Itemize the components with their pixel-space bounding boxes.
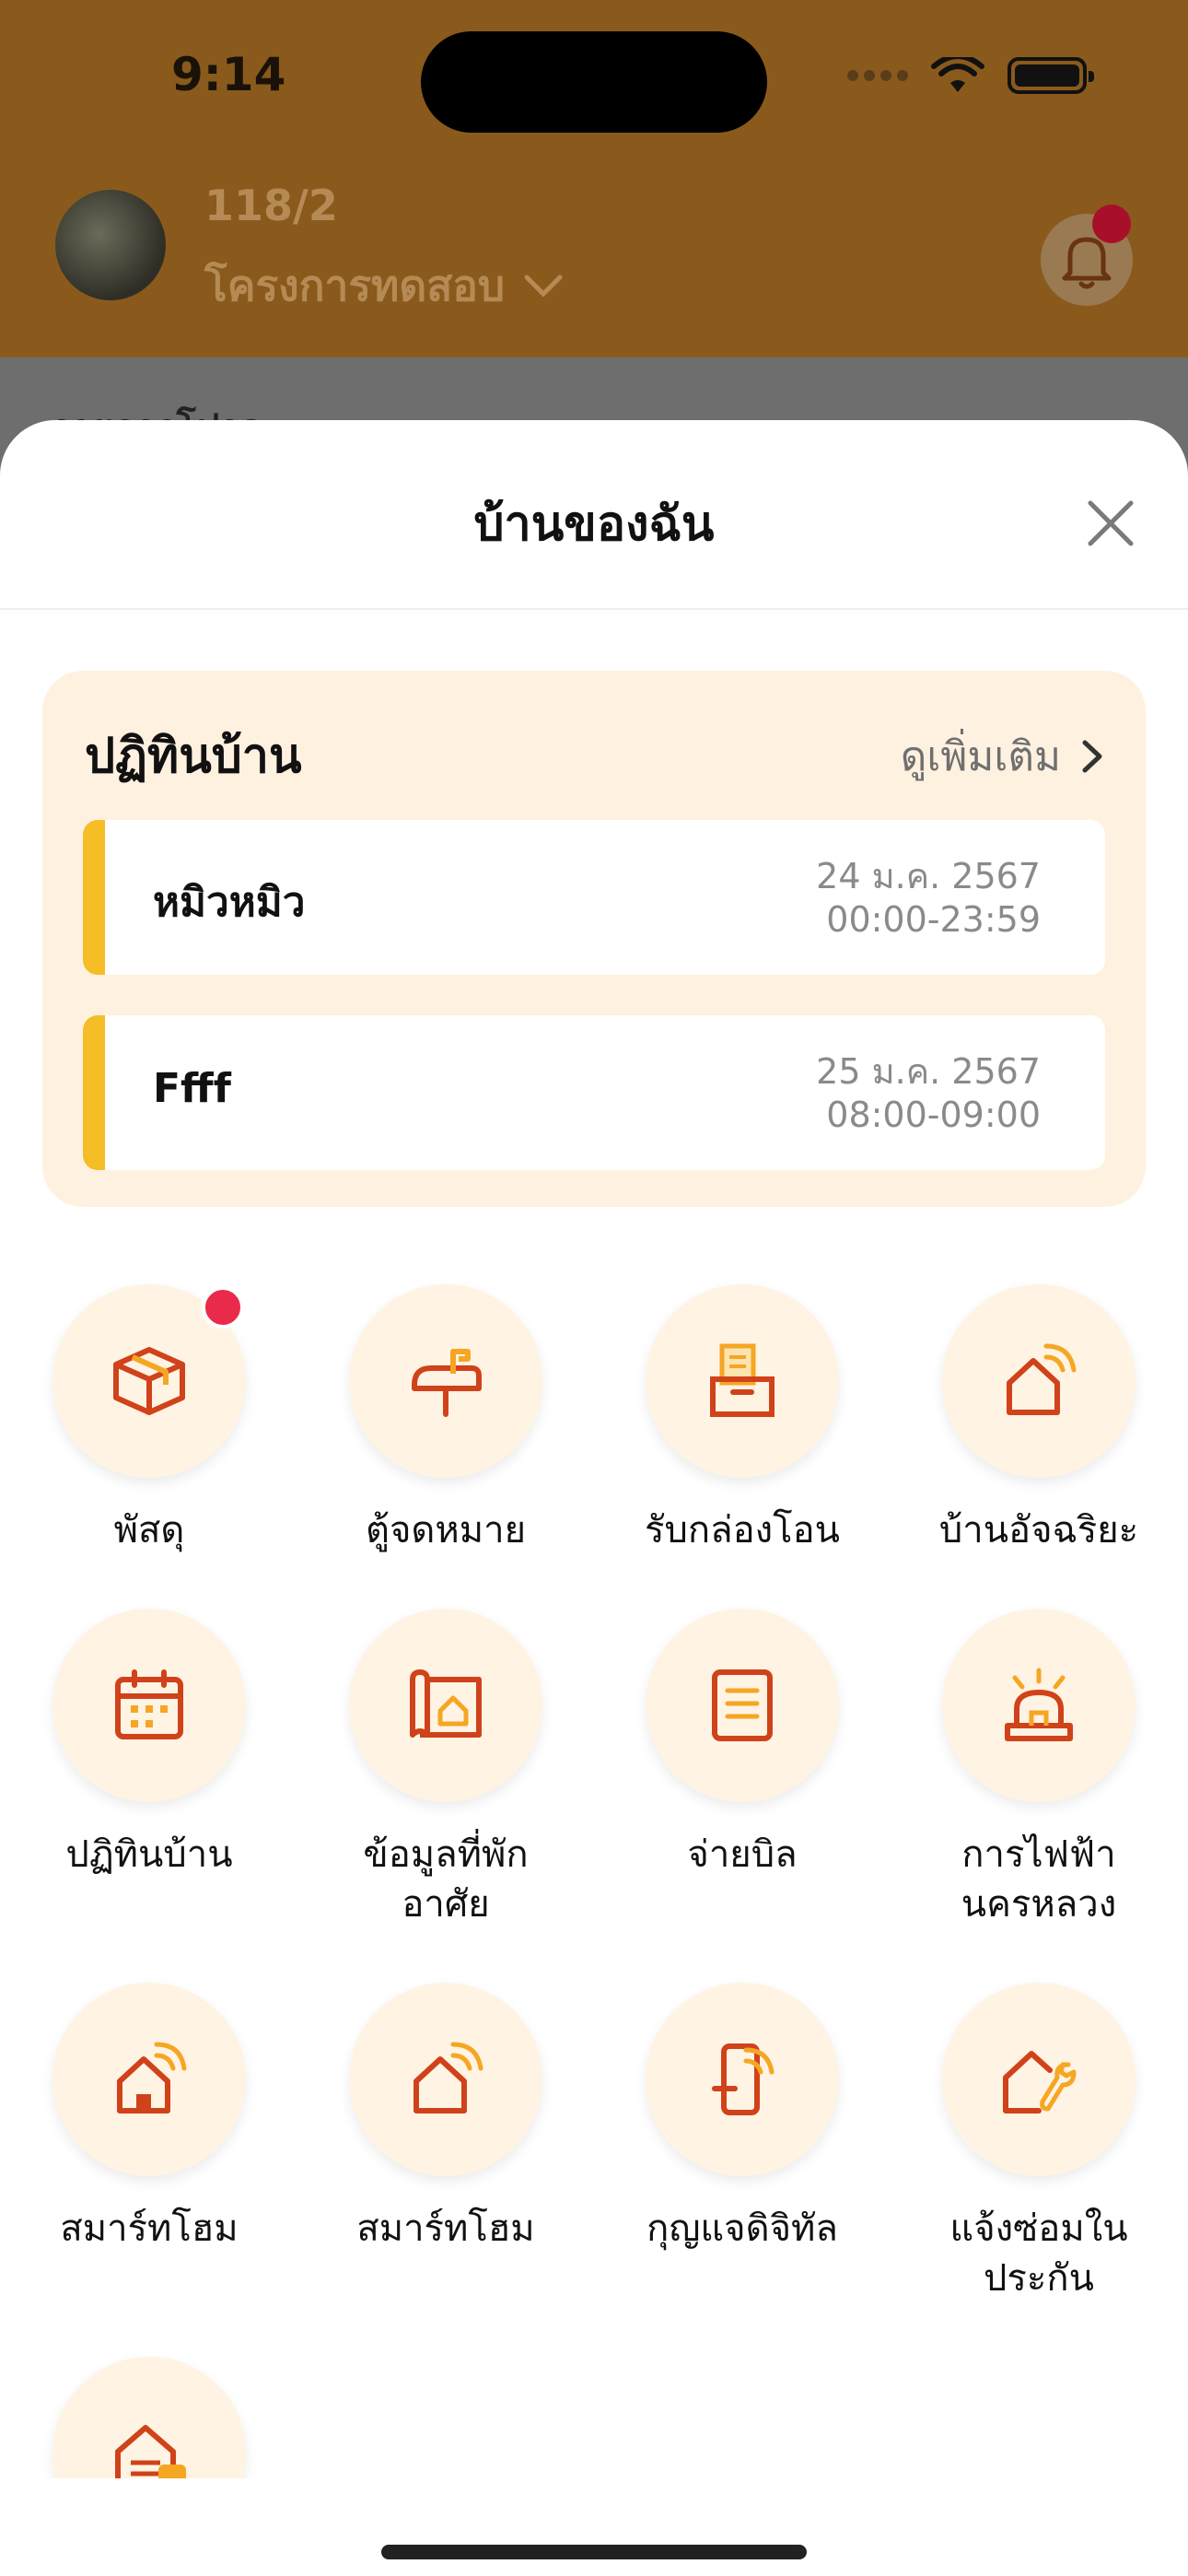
menu-icon-circle (942, 1284, 1136, 1478)
event-time: 00:00-23:59 (826, 899, 1041, 940)
sheet-title: บ้านของฉัน (473, 497, 715, 552)
battery-icon (1007, 57, 1094, 94)
menu-icon-circle (349, 1609, 542, 1802)
unit-number: 118/2 (204, 181, 338, 230)
menu-calendar[interactable]: ปฏิทินบ้าน (11, 1609, 287, 1879)
calendar-icon (115, 1669, 183, 1739)
menu-label: บ้านอัจฉริยะ (938, 1509, 1139, 1551)
menu-residence-info[interactable]: ข้อมูลที่พัก อาศัย (308, 1609, 584, 1929)
menu-pay-bill[interactable]: จ่ายบิล (604, 1609, 880, 1879)
menu-icon-circle (52, 1609, 246, 1802)
event-name: Ffff (153, 1065, 231, 1112)
see-more-label: ดูเพิ่มเติม (900, 733, 1061, 780)
event-accent-bar (83, 820, 105, 975)
menu-icon-circle (52, 1983, 246, 2176)
wifi-icon (931, 57, 984, 92)
menu-label: แจ้งซ่อมใน ประกัน (949, 2207, 1128, 2300)
calendar-card-title: ปฏิทินบ้าน (85, 729, 302, 784)
project-selector[interactable]: โครงการทดสอบ (204, 252, 564, 320)
smart-home-icon (117, 2042, 187, 2113)
menu-transfer-box[interactable]: รับกล่องโอน (604, 1284, 880, 1555)
event-accent-bar (83, 1015, 105, 1170)
event-name: หมิวหมิว (153, 879, 306, 926)
menu-smart-home-1[interactable]: สมาร์ทโฮม (11, 1983, 287, 2254)
menu-icon-circle (646, 1983, 839, 2176)
event-date: 24 ม.ค. 2567 (816, 856, 1041, 896)
project-name: โครงการทดสอบ (204, 261, 506, 310)
smart-home-icon (413, 2042, 483, 2113)
menu-label: การไฟฟ้า นครหลวง (961, 1833, 1117, 1926)
dynamic-island (421, 31, 767, 133)
menu-label: จ่ายบิล (687, 1833, 798, 1876)
menu-label: พัสดุ (113, 1509, 185, 1551)
menu-label: สมาร์ทโฮม (60, 2207, 239, 2250)
smart-home-icon (1007, 1343, 1077, 1415)
menu-label: รับกล่องโอน (644, 1509, 840, 1551)
menu-icon-circle (646, 1284, 839, 1478)
menu-icon-circle (52, 1284, 246, 1478)
parcel-badge (202, 1286, 244, 1329)
bill-icon (712, 1669, 773, 1741)
menu-icon-circle (646, 1609, 839, 1802)
menu-icon-circle (349, 1284, 542, 1478)
home-indicator[interactable] (381, 2545, 807, 2559)
menu-electricity[interactable]: การไฟฟ้า นครหลวง (901, 1609, 1177, 1929)
chevron-right-icon (1082, 740, 1102, 773)
menu-smart-home-2[interactable]: สมาร์ทโฮม (308, 1983, 584, 2254)
close-icon[interactable] (1085, 498, 1136, 549)
menu-label: ตู้จดหมาย (365, 1509, 527, 1551)
menu-parcel[interactable]: พัสดุ (11, 1284, 287, 1555)
menu-icon-circle (349, 1983, 542, 2176)
residence-info-icon (410, 1669, 482, 1738)
status-icons (847, 57, 1094, 94)
status-time: 9:14 (171, 48, 286, 101)
menu-label: ปฏิทินบ้าน (65, 1833, 233, 1876)
signal-icon (847, 70, 908, 81)
parcel-icon (113, 1347, 185, 1415)
calendar-event[interactable]: หมิวหมิว 24 ม.ค. 2567 00:00-23:59 (83, 820, 1105, 975)
menu-warranty-repair[interactable]: แจ้งซ่อมใน ประกัน (901, 1983, 1177, 2303)
sheet-bottom-area (0, 2478, 1188, 2576)
see-more-link[interactable]: ดูเพิ่มเติม (901, 724, 1103, 789)
chevron-down-icon (524, 275, 563, 298)
warranty-repair-icon (1003, 2051, 1077, 2113)
digital-key-icon (712, 2043, 775, 2115)
electricity-icon (1005, 1668, 1073, 1741)
avatar[interactable] (55, 190, 166, 300)
event-time: 08:00-09:00 (826, 1095, 1041, 1135)
calendar-event[interactable]: Ffff 25 ม.ค. 2567 08:00-09:00 (83, 1015, 1105, 1170)
menu-label: กุญแจดิจิทัล (646, 2207, 838, 2250)
mailbox-icon (412, 1349, 482, 1417)
event-date: 25 ม.ค. 2567 (816, 1051, 1041, 1092)
menu-smart-home[interactable]: บ้านอัจฉริยะ (901, 1284, 1177, 1555)
menu-digital-key[interactable]: กุญแจดิจิทัล (604, 1983, 880, 2254)
notification-badge (1092, 205, 1131, 243)
menu-mailbox[interactable]: ตู้จดหมาย (308, 1284, 584, 1555)
menu-icon-circle (942, 1983, 1136, 2176)
transfer-box-icon (710, 1343, 775, 1417)
home-calendar-card: ปฏิทินบ้าน ดูเพิ่มเติม หมิวหมิว 24 ม.ค. … (42, 671, 1146, 1207)
menu-label: สมาร์ทโฮม (356, 2207, 535, 2250)
my-home-sheet: บ้านของฉัน ปฏิทินบ้าน ดูเพิ่มเติม หมิวหม… (0, 420, 1188, 2576)
menu-icon-circle (942, 1609, 1136, 1802)
menu-label: ข้อมูลที่พัก อาศัย (363, 1833, 529, 1926)
sheet-header: บ้านของฉัน (0, 420, 1188, 610)
